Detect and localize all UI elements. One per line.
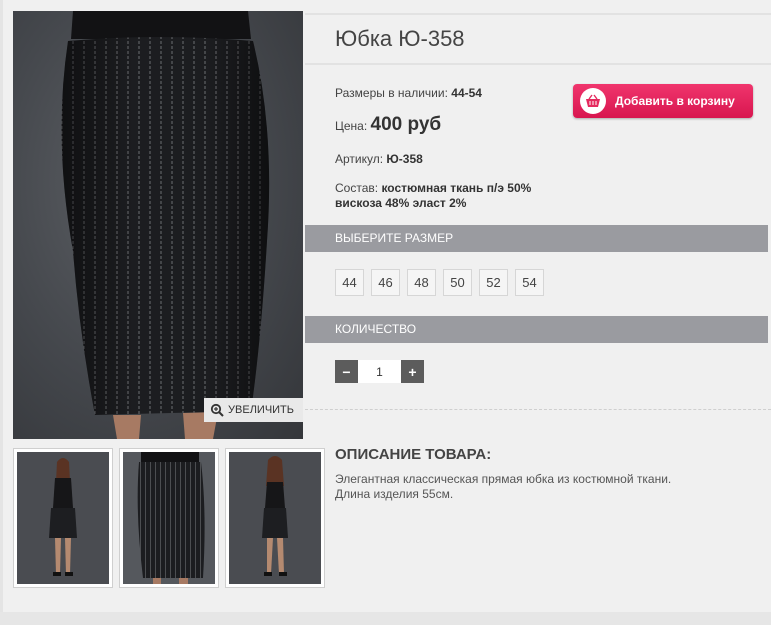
product-page: УВЕЛИЧИТЬ Юбка Ю-358 Размеры в наличии: … (0, 0, 771, 625)
size-selector: 44 46 48 50 52 54 (335, 269, 544, 296)
zoom-button[interactable]: УВЕЛИЧИТЬ (204, 398, 303, 422)
thumbnail-detail-image (123, 452, 215, 584)
size-option[interactable]: 52 (479, 269, 508, 296)
main-product-photo[interactable]: УВЕЛИЧИТЬ (13, 11, 303, 439)
thumbnail-strip (13, 448, 325, 588)
description-line2: Длина изделия 55см. (335, 487, 454, 501)
magnifier-icon (210, 403, 224, 417)
composition-label: Состав: (335, 181, 379, 195)
size-option[interactable]: 48 (407, 269, 436, 296)
thumbnail-front-image (17, 452, 109, 584)
title-divider (305, 63, 771, 65)
composition-line2: вискоза 48% эласт 2% (335, 196, 467, 210)
product-title: Юбка Ю-358 (335, 26, 465, 51)
basket-icon (580, 88, 606, 114)
price-value: 400 руб (370, 114, 442, 135)
size-option[interactable]: 54 (515, 269, 544, 296)
thumbnail-back-image (229, 452, 321, 584)
quantity-stepper: − + (335, 360, 424, 383)
composition-line1: костюмная ткань п/э 50% (381, 181, 532, 195)
price-label: Цена: (335, 119, 368, 133)
thumbnail-back-view[interactable] (225, 448, 325, 588)
thumbnail-detail-view[interactable] (119, 448, 219, 588)
article-label: Артикул: (335, 152, 384, 166)
quantity-input[interactable] (358, 360, 401, 383)
size-section-header: ВЫБЕРИТЕ РАЗМЕР (305, 225, 768, 252)
sizes-available-value: 44-54 (451, 86, 482, 100)
quantity-section-header: КОЛИЧЕСТВО (305, 316, 768, 343)
frame-bottom-border (0, 612, 771, 625)
description-line1: Элегантная классическая прямая юбка из к… (335, 472, 672, 486)
composition-row: Состав: костюмная ткань п/э 50% вискоза … (335, 181, 531, 211)
size-option[interactable]: 50 (443, 269, 472, 296)
size-option[interactable]: 44 (335, 269, 364, 296)
top-divider (305, 13, 771, 15)
sizes-available-label: Размеры в наличии: (335, 86, 448, 100)
article-row: Артикул: Ю-358 (335, 152, 423, 166)
thumbnail-front-view[interactable] (13, 448, 113, 588)
sizes-available-row: Размеры в наличии: 44-54 (335, 86, 482, 100)
skirt-photo-illustration (61, 11, 270, 439)
zoom-button-label: УВЕЛИЧИТЬ (228, 404, 294, 416)
description-text: Элегантная классическая прямая юбка из к… (335, 472, 735, 502)
size-option[interactable]: 46 (371, 269, 400, 296)
add-to-cart-label: Добавить в корзину (615, 94, 735, 108)
quantity-increase-button[interactable]: + (401, 360, 424, 383)
quantity-decrease-button[interactable]: − (335, 360, 358, 383)
article-value: Ю-358 (386, 152, 423, 166)
add-to-cart-button[interactable]: Добавить в корзину (573, 84, 753, 118)
price-row: Цена: 400 руб (335, 114, 441, 136)
description-heading: ОПИСАНИЕ ТОВАРА: (335, 446, 492, 463)
section-divider (305, 409, 771, 410)
frame-left-border (0, 0, 3, 612)
